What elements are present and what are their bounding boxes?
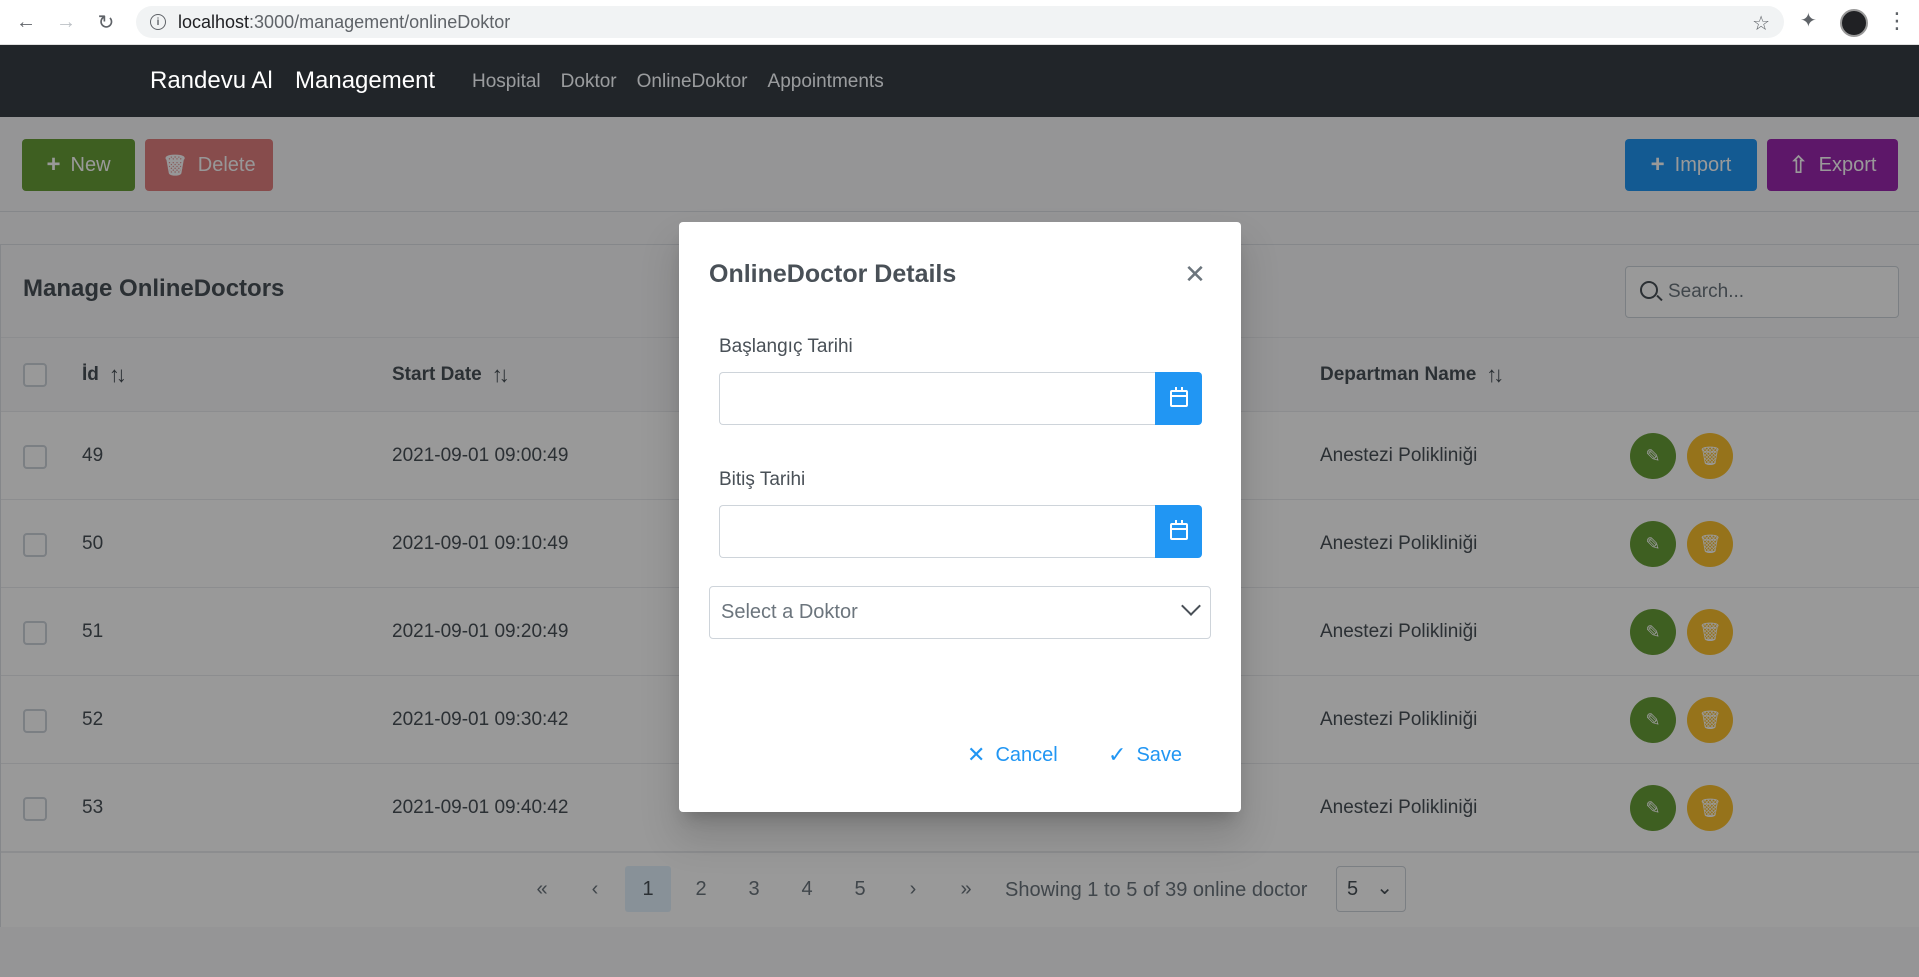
calendar-icon [1169, 387, 1188, 407]
brand-link[interactable]: Randevu Al [150, 67, 273, 95]
save-button[interactable]: ✓ Save [1108, 742, 1182, 768]
doktor-dropdown[interactable]: Select a Doktor [709, 586, 1211, 639]
management-link[interactable]: Management [295, 67, 435, 95]
doktor-dropdown-placeholder: Select a Doktor [721, 601, 858, 623]
site-info-icon[interactable]: i [150, 14, 166, 30]
nav-link-appointments[interactable]: Appointments [768, 71, 884, 93]
extensions-puzzle-icon[interactable]: ✦ [1800, 8, 1817, 33]
url-text: localhost:3000/management/onlineDoktor [178, 12, 510, 33]
url-path: :3000/management/onlineDoktor [249, 11, 511, 32]
nav-links: Hospital Doktor OnlineDoktor Appointment… [472, 71, 884, 93]
start-date-input[interactable] [719, 372, 1155, 425]
close-icon: ✕ [967, 742, 986, 767]
nav-link-doktor[interactable]: Doktor [561, 71, 617, 93]
cancel-button-label: Cancel [995, 743, 1058, 766]
start-date-label: Başlangıç Tarihi [719, 336, 853, 357]
reload-icon[interactable]: ↻ [92, 8, 120, 36]
calendar-icon [1169, 520, 1188, 540]
chevron-down-icon [1181, 596, 1201, 616]
end-date-calendar [719, 505, 1202, 558]
end-date-calendar-button[interactable] [1155, 505, 1202, 558]
nav-link-onlinedoktor[interactable]: OnlineDoktor [637, 71, 748, 93]
app-navbar: Randevu Al Management Hospital Doktor On… [0, 45, 1919, 117]
nav-link-hospital[interactable]: Hospital [472, 71, 541, 93]
end-date-label: Bitiş Tarihi [719, 469, 806, 490]
browser-menu-icon[interactable]: ⋮ [1886, 8, 1908, 34]
save-button-label: Save [1136, 743, 1183, 766]
cancel-button[interactable]: ✕ Cancel [967, 742, 1058, 768]
close-icon[interactable]: ✕ [1177, 256, 1213, 292]
start-date-calendar [719, 372, 1202, 425]
check-icon: ✓ [1108, 742, 1127, 767]
end-date-input[interactable] [719, 505, 1155, 558]
back-arrow-icon[interactable]: ← [12, 8, 40, 36]
browser-toolbar: ← → ↻ i localhost:3000/management/online… [0, 0, 1919, 45]
dialog-title: OnlineDoctor Details [709, 260, 957, 288]
start-date-calendar-button[interactable] [1155, 372, 1202, 425]
bookmark-star-icon[interactable]: ☆ [1752, 11, 1770, 36]
forward-arrow-icon[interactable]: → [52, 8, 80, 36]
profile-avatar[interactable] [1840, 9, 1868, 37]
url-host: localhost [178, 11, 250, 32]
online-doctor-dialog: OnlineDoctor Details ✕ Başlangıç Tarihi … [679, 222, 1241, 812]
address-bar[interactable]: i localhost:3000/management/onlineDoktor… [136, 6, 1784, 38]
